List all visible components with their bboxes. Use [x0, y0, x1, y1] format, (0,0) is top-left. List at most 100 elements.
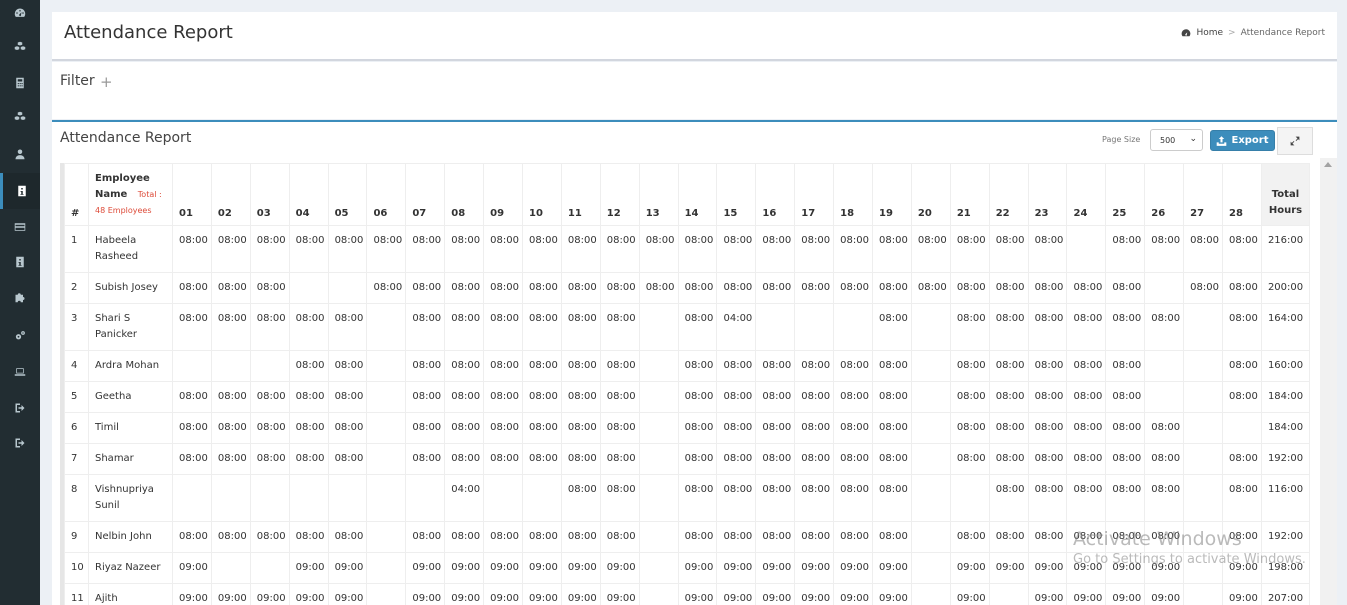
day-hours-cell	[1183, 443, 1224, 475]
table-row[interactable]: 3 Shari S Panicker 08:00 08:00 08:00 08:00 08:…	[64, 303, 1310, 351]
user-icon[interactable]	[0, 136, 40, 172]
table-row[interactable]: 9 Nelbin John 08:00 08:00 08:00 08:00 08:00 08:…	[64, 521, 1310, 553]
day-hours-cell	[833, 303, 874, 351]
day-hours-cell: 08:00	[1105, 272, 1146, 304]
breadcrumb-home-link[interactable]: Home	[1196, 28, 1223, 38]
day-hours-cell: 08:00	[288, 443, 329, 475]
day-hours-cell: 08:00	[677, 272, 718, 304]
employee-name-cell: Timil	[88, 412, 173, 444]
table-row[interactable]: 2 Subish Josey 08:00 08:00 08:00 08:00 08:00 08…	[64, 272, 1310, 304]
day-hours-cell: 08:00	[560, 521, 601, 553]
sign-out-icon[interactable]	[0, 425, 40, 461]
filter-title: Filter	[60, 73, 95, 89]
calculator-icon[interactable]	[0, 65, 40, 101]
day-hours-cell: 08:00	[833, 272, 874, 304]
day-hours-cell	[327, 272, 368, 304]
day-hours-cell: 08:00	[1027, 350, 1068, 382]
day-hours-cell	[1183, 552, 1224, 584]
day-hours-cell: 08:00	[444, 272, 485, 304]
table-row[interactable]: 10 Riyaz Nazeer 09:00 09:00 09:00 09:00 09:00 0…	[64, 552, 1310, 584]
cubes-icon[interactable]	[0, 99, 40, 135]
day-hours-cell: 08:00	[172, 443, 212, 475]
id-card-icon[interactable]	[0, 173, 40, 209]
day-hours-cell: 08:00	[483, 225, 524, 273]
day-hours-cell: 08:00	[1222, 303, 1262, 351]
day-hours-cell: 08:00	[755, 350, 796, 382]
day-hours-cell: 08:00	[677, 521, 718, 553]
day-hours-cell: 09:00	[833, 552, 874, 584]
day-hours-cell: 09:00	[833, 583, 874, 605]
day-hours-cell: 08:00	[366, 272, 407, 304]
filter-expand-button[interactable]: +	[100, 73, 113, 91]
table-row[interactable]: 5 Geetha 08:00 08:00 08:00 08:00 08:00 08:00 08:…	[64, 381, 1310, 413]
day-hours-cell: 09:00	[172, 583, 212, 605]
sign-out-icon[interactable]	[0, 390, 40, 426]
day-hours-cell: 08:00	[560, 474, 601, 522]
id-badge-icon[interactable]	[0, 244, 40, 280]
cogs-icon[interactable]	[0, 318, 40, 354]
day-hours-cell: 08:00	[522, 443, 562, 475]
day-hours-cell: 08:00	[560, 225, 601, 273]
puzzle-icon[interactable]	[0, 279, 40, 315]
table-row[interactable]: 6 Timil 08:00 08:00 08:00 08:00 08:00 08:00 08:0…	[64, 412, 1310, 444]
column-header-day: 18	[833, 163, 874, 226]
employee-name-cell: Subish Josey	[88, 272, 173, 304]
fullscreen-button[interactable]	[1277, 127, 1313, 155]
breadcrumb-separator: >	[1228, 28, 1236, 38]
export-button[interactable]: Export	[1210, 130, 1275, 151]
day-hours-cell: 08:00	[988, 521, 1029, 553]
column-header-day: 26	[1144, 163, 1185, 226]
day-hours-cell: 08:00	[1027, 521, 1068, 553]
table-row[interactable]: 8 Vishnupriya Sunil 04:00 08:00 08:00 08:00 08…	[64, 474, 1310, 522]
total-hours-cell: 184:00	[1260, 412, 1310, 444]
day-hours-cell	[910, 474, 951, 522]
scroll-up-arrow-icon[interactable]	[1324, 162, 1332, 167]
vertical-scrollbar[interactable]	[1320, 158, 1337, 605]
laptop-icon[interactable]	[0, 354, 40, 390]
day-hours-cell: 08:00	[833, 521, 874, 553]
day-hours-cell	[638, 443, 679, 475]
page-size-select[interactable]: 500 ⌄	[1150, 129, 1203, 151]
day-hours-cell: 09:00	[288, 583, 329, 605]
day-hours-cell	[249, 474, 290, 522]
day-hours-cell: 08:00	[988, 303, 1029, 351]
day-hours-cell: 08:00	[405, 272, 446, 304]
day-hours-cell	[327, 474, 368, 522]
credit-card-icon[interactable]	[0, 209, 40, 245]
day-hours-cell: 09:00	[1222, 583, 1262, 605]
column-header-day: 14	[677, 163, 718, 226]
day-hours-cell	[910, 552, 951, 584]
day-hours-cell: 09:00	[755, 583, 796, 605]
column-header-day: 19	[872, 163, 912, 226]
day-hours-cell: 08:00	[716, 350, 757, 382]
day-hours-cell: 08:00	[949, 412, 990, 444]
row-number-cell: 2	[64, 272, 89, 304]
attendance-table-container[interactable]: # Employee Name Total : 48 Employees 01 0…	[60, 163, 1310, 605]
day-hours-cell	[638, 303, 679, 351]
day-hours-cell: 08:00	[872, 412, 912, 444]
total-hours-cell: 184:00	[1260, 381, 1310, 413]
report-panel: Attendance Report Page Size 500 ⌄ Export…	[52, 120, 1337, 605]
table-row[interactable]: 4 Ardra Mohan 08:00 08:00 08:00 08:00 08:00 08:…	[64, 350, 1310, 382]
day-hours-cell: 08:00	[755, 225, 796, 273]
day-hours-cell: 08:00	[1105, 225, 1146, 273]
table-row[interactable]: 1 Habeela Rasheed 08:00 08:00 08:00 08:00 08:0…	[64, 225, 1310, 273]
day-hours-cell: 08:00	[1066, 272, 1107, 304]
day-hours-cell	[1066, 225, 1107, 273]
day-hours-cell: 08:00	[405, 225, 446, 273]
day-hours-cell: 08:00	[522, 521, 562, 553]
day-hours-cell: 09:00	[794, 552, 835, 584]
day-hours-cell: 08:00	[1027, 474, 1068, 522]
day-hours-cell: 09:00	[872, 552, 912, 584]
table-row[interactable]: 7 Shamar 08:00 08:00 08:00 08:00 08:00 08:00 08:…	[64, 443, 1310, 475]
day-hours-cell: 08:00	[910, 225, 951, 273]
dashboard-icon[interactable]	[0, 0, 40, 31]
day-hours-cell: 09:00	[716, 552, 757, 584]
day-hours-cell: 08:00	[444, 412, 485, 444]
table-row[interactable]: 11 Ajith 09:00 09:00 09:00 09:00 09:00 09:00 09:…	[64, 583, 1310, 605]
cubes-icon[interactable]	[0, 29, 40, 65]
day-hours-cell: 08:00	[1066, 350, 1107, 382]
day-hours-cell	[910, 583, 951, 605]
day-hours-cell	[1183, 583, 1224, 605]
day-hours-cell: 08:00	[794, 272, 835, 304]
